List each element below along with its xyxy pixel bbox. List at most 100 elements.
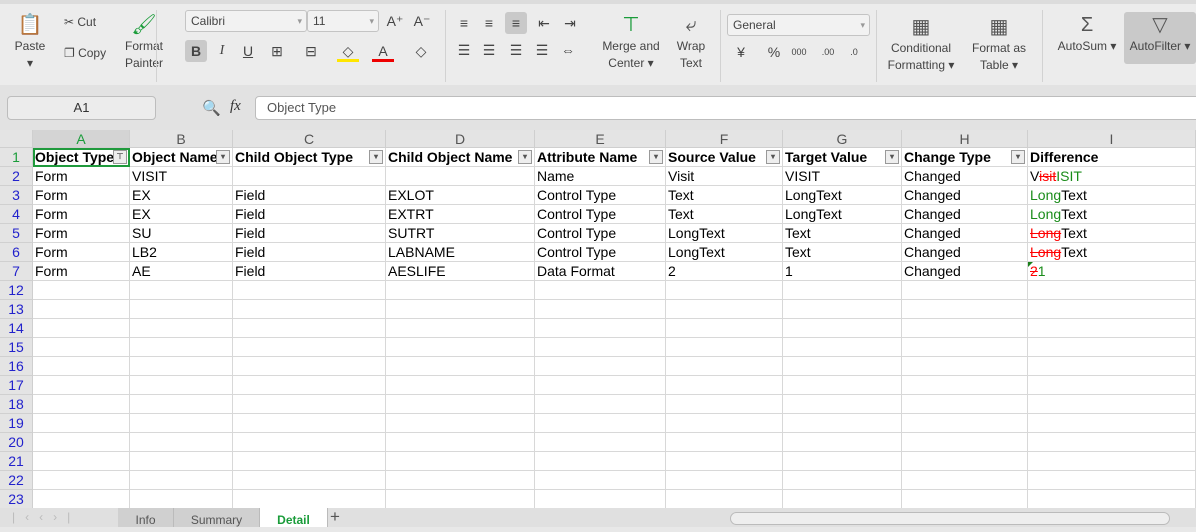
empty-cell[interactable] bbox=[1028, 338, 1196, 357]
empty-cell[interactable] bbox=[535, 452, 666, 471]
empty-cell[interactable] bbox=[130, 319, 233, 338]
empty-cell[interactable] bbox=[386, 281, 535, 300]
empty-cell[interactable] bbox=[902, 395, 1028, 414]
empty-cell[interactable] bbox=[233, 357, 386, 376]
table-cell[interactable]: Changed bbox=[902, 224, 1028, 243]
empty-cell[interactable] bbox=[33, 452, 130, 471]
empty-cell[interactable] bbox=[386, 490, 535, 509]
empty-cell[interactable] bbox=[666, 319, 783, 338]
header-cell[interactable]: Source Value ▾ bbox=[666, 148, 783, 167]
empty-cell[interactable] bbox=[33, 433, 130, 452]
row-header[interactable]: 17 bbox=[0, 376, 33, 395]
empty-cell[interactable] bbox=[666, 357, 783, 376]
table-cell[interactable]: Form bbox=[33, 186, 130, 205]
table-cell[interactable]: Control Type bbox=[535, 224, 666, 243]
empty-cell[interactable] bbox=[783, 414, 902, 433]
header-cell[interactable]: Child Object Type ▾ bbox=[233, 148, 386, 167]
font-size-select[interactable]: 11 bbox=[307, 10, 379, 32]
table-cell[interactable]: Changed bbox=[902, 205, 1028, 224]
empty-cell[interactable] bbox=[33, 395, 130, 414]
empty-cell[interactable] bbox=[666, 376, 783, 395]
empty-cell[interactable] bbox=[1028, 357, 1196, 376]
cut-button[interactable]: ✂ Cut bbox=[64, 14, 96, 31]
empty-cell[interactable] bbox=[130, 433, 233, 452]
empty-cell[interactable] bbox=[902, 452, 1028, 471]
empty-cell[interactable] bbox=[233, 338, 386, 357]
sheet-tab[interactable]: Summary bbox=[174, 508, 260, 527]
empty-cell[interactable] bbox=[535, 471, 666, 490]
table-cell[interactable]: VISIT bbox=[130, 167, 233, 186]
table-cell[interactable]: AESLIFE bbox=[386, 262, 535, 281]
empty-cell[interactable] bbox=[386, 471, 535, 490]
empty-cell[interactable] bbox=[535, 338, 666, 357]
table-cell[interactable] bbox=[233, 167, 386, 186]
row-header[interactable]: 20 bbox=[0, 433, 33, 452]
table-cell[interactable]: Changed bbox=[902, 186, 1028, 205]
filter-dropdown-icon[interactable]: ▾ bbox=[1011, 150, 1025, 164]
increase-indent-icon[interactable]: ⇥ bbox=[559, 12, 581, 34]
empty-cell[interactable] bbox=[902, 338, 1028, 357]
empty-cell[interactable] bbox=[130, 357, 233, 376]
empty-cell[interactable] bbox=[33, 490, 130, 509]
column-header[interactable]: B bbox=[130, 130, 233, 148]
row-header[interactable]: 3 bbox=[0, 186, 33, 205]
empty-cell[interactable] bbox=[783, 376, 902, 395]
fill-color-icon[interactable]: ◇ bbox=[337, 40, 359, 62]
empty-cell[interactable] bbox=[783, 338, 902, 357]
table-cell[interactable]: Text bbox=[783, 243, 902, 262]
row-header[interactable]: 23 bbox=[0, 490, 33, 509]
row-header[interactable]: 1 bbox=[0, 148, 33, 167]
table-cell[interactable]: Form bbox=[33, 167, 130, 186]
empty-cell[interactable] bbox=[33, 338, 130, 357]
table-cell[interactable]: SUTRT bbox=[386, 224, 535, 243]
underline-button[interactable]: U bbox=[237, 40, 259, 62]
filter-dropdown-icon[interactable]: ⊤ bbox=[113, 150, 127, 164]
align-middle-icon[interactable]: ≡ bbox=[478, 12, 500, 34]
empty-cell[interactable] bbox=[783, 319, 902, 338]
difference-cell[interactable]: LongText bbox=[1028, 186, 1196, 205]
empty-cell[interactable] bbox=[1028, 319, 1196, 338]
empty-cell[interactable] bbox=[233, 319, 386, 338]
align-bottom-icon[interactable]: ≡ bbox=[505, 12, 527, 34]
align-top-icon[interactable]: ≡ bbox=[453, 12, 475, 34]
table-cell[interactable]: Form bbox=[33, 262, 130, 281]
empty-cell[interactable] bbox=[33, 281, 130, 300]
row-header[interactable]: 2 bbox=[0, 167, 33, 186]
empty-cell[interactable] bbox=[386, 414, 535, 433]
empty-cell[interactable] bbox=[783, 357, 902, 376]
copy-button[interactable]: ❐ Copy bbox=[64, 45, 106, 62]
table-cell[interactable]: Field bbox=[233, 262, 386, 281]
empty-cell[interactable] bbox=[33, 357, 130, 376]
header-cell[interactable]: Child Object Name ▾ bbox=[386, 148, 535, 167]
empty-cell[interactable] bbox=[535, 433, 666, 452]
table-cell[interactable]: Field bbox=[233, 243, 386, 262]
empty-cell[interactable] bbox=[535, 376, 666, 395]
spreadsheet-grid[interactable]: A B C D E F G H I 1 Object Type ⊤ Object Name ▾ Child … bbox=[0, 130, 1196, 509]
bold-button[interactable]: B bbox=[185, 40, 207, 62]
empty-cell[interactable] bbox=[386, 395, 535, 414]
table-cell[interactable]: Changed bbox=[902, 243, 1028, 262]
empty-cell[interactable] bbox=[130, 452, 233, 471]
empty-cell[interactable] bbox=[666, 300, 783, 319]
empty-cell[interactable] bbox=[535, 414, 666, 433]
table-cell[interactable]: Visit bbox=[666, 167, 783, 186]
currency-icon[interactable]: ¥ bbox=[730, 41, 752, 63]
empty-cell[interactable] bbox=[1028, 376, 1196, 395]
thousands-icon[interactable]: 000 bbox=[788, 41, 810, 63]
table-cell[interactable]: EXLOT bbox=[386, 186, 535, 205]
table-cell[interactable]: Control Type bbox=[535, 186, 666, 205]
empty-cell[interactable] bbox=[783, 452, 902, 471]
header-cell[interactable]: Attribute Name ▾ bbox=[535, 148, 666, 167]
wrap-text-button[interactable]: ⤶ Wrap Text bbox=[672, 12, 710, 72]
empty-cell[interactable] bbox=[902, 281, 1028, 300]
table-cell[interactable]: Text bbox=[666, 186, 783, 205]
row-header[interactable]: 18 bbox=[0, 395, 33, 414]
empty-cell[interactable] bbox=[783, 433, 902, 452]
empty-cell[interactable] bbox=[666, 338, 783, 357]
header-cell[interactable]: Difference bbox=[1028, 148, 1196, 167]
empty-cell[interactable] bbox=[233, 471, 386, 490]
decrease-decimal-icon[interactable]: .0 bbox=[843, 41, 865, 63]
table-cell[interactable]: Form bbox=[33, 205, 130, 224]
table-cell[interactable]: LB2 bbox=[130, 243, 233, 262]
table-cell[interactable]: Data Format bbox=[535, 262, 666, 281]
